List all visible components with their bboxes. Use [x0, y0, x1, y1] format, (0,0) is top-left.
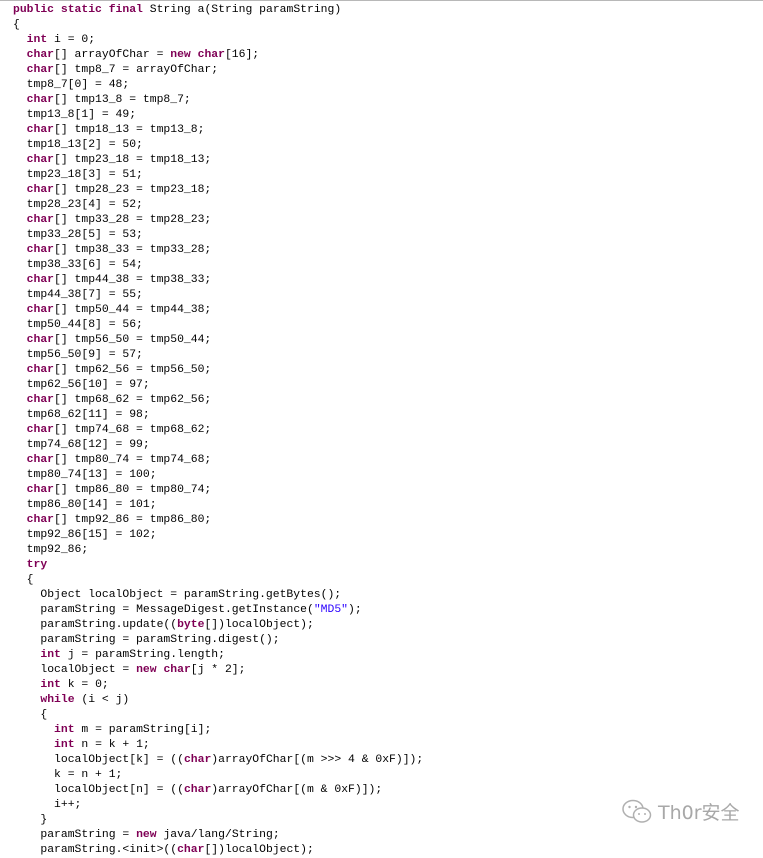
code-line: tmp62_56[10] = 97; [26, 379, 150, 391]
code-line: char[] tmp44_38 = tmp38_33; [26, 274, 212, 286]
code-view: public static final String a(String para… [13, 3, 423, 858]
code-line: paramString = MessageDigest.getInstance(… [40, 604, 362, 616]
code-line: tmp68_62[11] = 98; [26, 409, 150, 421]
code-line: tmp13_8[1] = 49; [26, 109, 137, 121]
code-line: tmp33_28[5] = 53; [26, 229, 143, 241]
code-line: char[] tmp92_86 = tmp86_80; [26, 514, 212, 526]
code-line: tmp18_13[2] = 50; [26, 139, 143, 151]
code-line: char[] tmp13_8 = tmp8_7; [26, 94, 191, 106]
code-line: tmp92_86; [26, 544, 89, 556]
code-line: char[] tmp18_13 = tmp13_8; [26, 124, 205, 136]
code-line: tmp74_68[12] = 99; [26, 439, 150, 451]
code-line: Object localObject = paramString.getByte… [40, 589, 342, 601]
code-line: localObject[k] = ((char)arrayOfChar[(m >… [54, 754, 424, 766]
code-line: paramString.<init>((char[])localObject); [40, 844, 314, 856]
code-line: tmp38_33[6] = 54; [26, 259, 143, 271]
code-line: char[] tmp62_56 = tmp56_50; [26, 364, 212, 376]
code-line: paramString = paramString.digest(); [40, 634, 280, 646]
code-line: { [13, 19, 20, 31]
code-line: localObject[n] = ((char)arrayOfChar[(m &… [54, 784, 383, 796]
code-line: char[] tmp38_33 = tmp33_28; [26, 244, 212, 256]
code-line: tmp56_50[9] = 57; [26, 349, 143, 361]
code-line: int j = paramString.length; [40, 649, 225, 661]
code-line: char[] tmp86_80 = tmp80_74; [26, 484, 212, 496]
code-line: int n = k + 1; [54, 739, 150, 751]
code-line: k = n + 1; [54, 769, 123, 781]
code-line: { [40, 709, 48, 721]
code-line: char[] tmp28_23 = tmp23_18; [26, 184, 212, 196]
code-line: tmp86_80[14] = 101; [26, 499, 157, 511]
code-line: try [26, 559, 48, 571]
watermark-text: Th0r安全 [658, 802, 740, 824]
code-line: tmp50_44[8] = 56; [26, 319, 143, 331]
code-line: int k = 0; [40, 679, 109, 691]
code-line: char[] tmp74_68 = tmp68_62; [26, 424, 212, 436]
watermark: Th0r安全 [622, 798, 740, 825]
code-line: tmp80_74[13] = 100; [26, 469, 157, 481]
top-border [0, 0, 763, 1]
code-line: tmp28_23[4] = 52; [26, 199, 143, 211]
code-line: char[] arrayOfChar = new char[16]; [26, 49, 260, 61]
code-line: char[] tmp23_18 = tmp18_13; [26, 154, 212, 166]
code-line: while (i < j) [40, 694, 130, 706]
code-line: int m = paramString[i]; [54, 724, 212, 736]
code-line: char[] tmp68_62 = tmp62_56; [26, 394, 212, 406]
code-line: i++; [54, 799, 82, 811]
wechat-icon [622, 799, 652, 823]
code-line: char[] tmp50_44 = tmp44_38; [26, 304, 212, 316]
code-line: public static final String a(String para… [13, 4, 342, 16]
code-line: char[] tmp33_28 = tmp28_23; [26, 214, 212, 226]
code-line: int i = 0; [26, 34, 96, 46]
code-line: char[] tmp8_7 = arrayOfChar; [26, 64, 219, 76]
code-line: { [26, 574, 34, 586]
code-line: tmp23_18[3] = 51; [26, 169, 143, 181]
code-line: tmp8_7[0] = 48; [26, 79, 130, 91]
code-line: localObject = new char[j * 2]; [40, 664, 246, 676]
code-line: char[] tmp56_50 = tmp50_44; [26, 334, 212, 346]
code-line: paramString.update((byte[])localObject); [40, 619, 314, 631]
code-line: paramString = new java/lang/String; [40, 829, 280, 841]
code-line: tmp92_86[15] = 102; [26, 529, 157, 541]
code-line: char[] tmp80_74 = tmp74_68; [26, 454, 212, 466]
code-line: tmp44_38[7] = 55; [26, 289, 143, 301]
code-line: } [40, 814, 48, 826]
